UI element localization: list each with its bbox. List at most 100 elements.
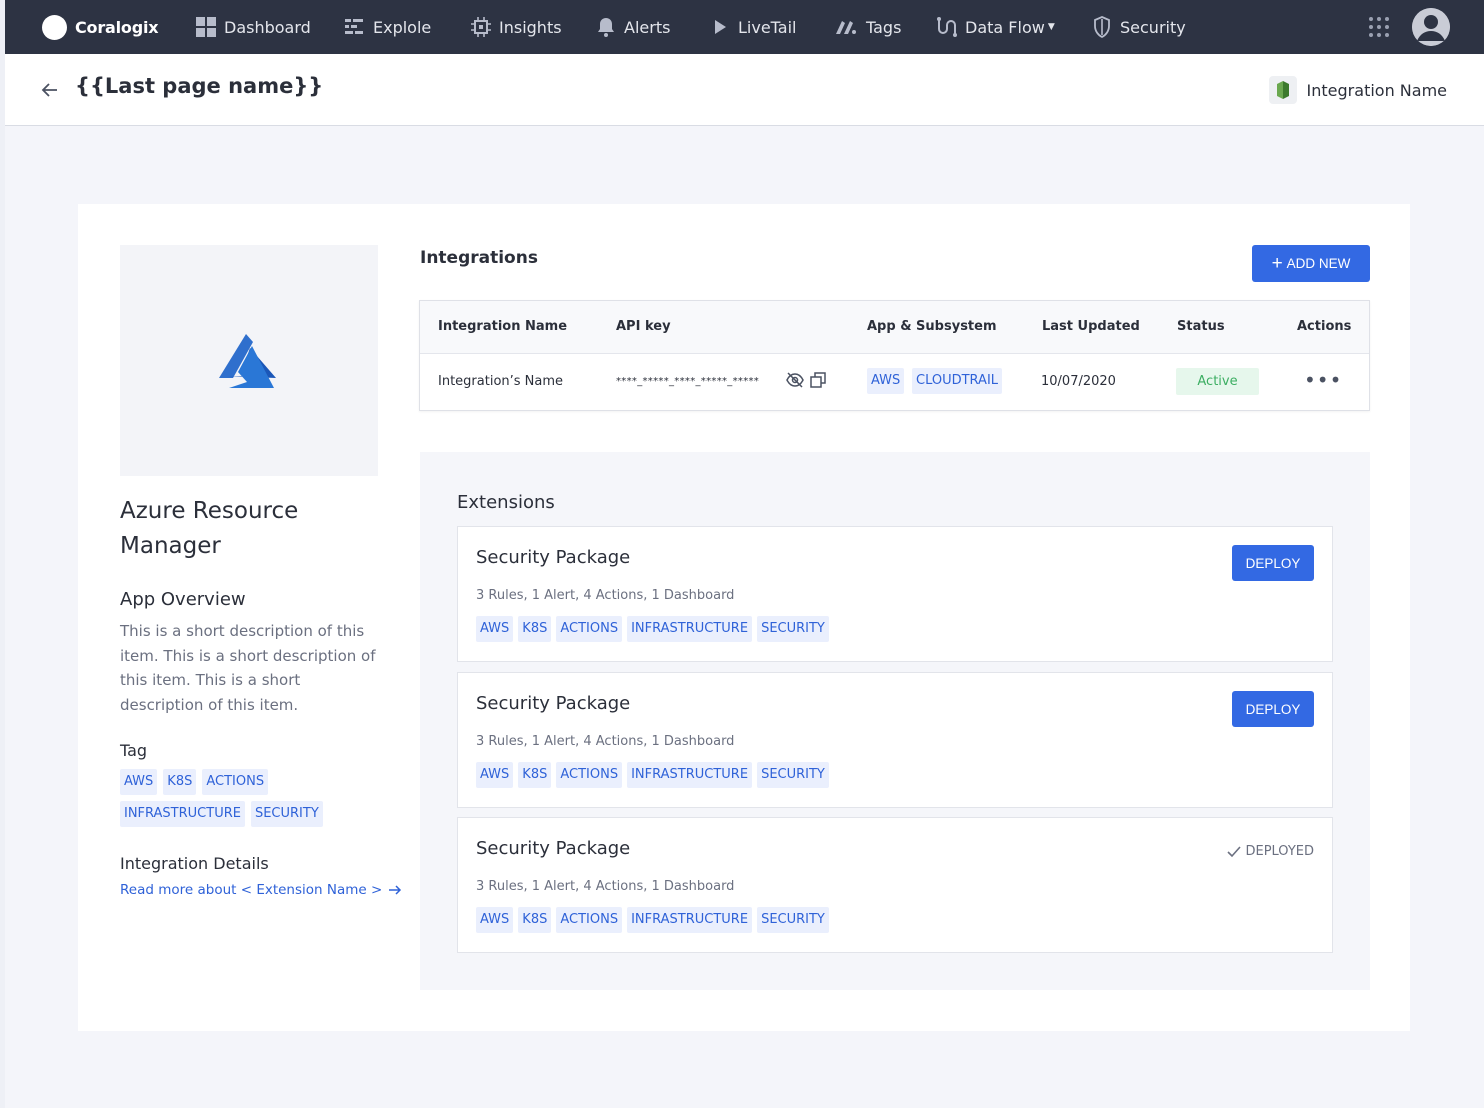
nav-item-explore[interactable]: Explole [344, 0, 431, 54]
extension-card: Security Package 3 Rules, 1 Alert, 4 Act… [457, 672, 1333, 808]
extension-summary: 3 Rules, 1 Alert, 4 Actions, 1 Dashboard [476, 734, 735, 749]
tags-icon [833, 16, 859, 38]
column-header: Integration Name [438, 319, 568, 334]
last-updated-cell: 10/07/2020 [1041, 374, 1116, 389]
nav-item-livetail[interactable]: LiveTail [709, 0, 797, 54]
tag: SECURITY [757, 616, 829, 642]
add-new-label: ADD NEW [1286, 256, 1351, 271]
nav-item-insights[interactable]: Insights [470, 0, 562, 54]
nav-item-label: Insights [499, 17, 562, 37]
integration-logo-icon [1268, 76, 1297, 104]
azure-icon [219, 333, 276, 388]
tag: INFRASTRUCTURE [627, 616, 753, 642]
nav-item-label: Dashboard [224, 17, 311, 37]
extension-summary: 3 Rules, 1 Alert, 4 Actions, 1 Dashboard [476, 588, 735, 603]
dashboard-icon [195, 16, 217, 38]
page-header: {{Last page name}} Integration Name [5, 54, 1484, 126]
extension-title: Security Package [476, 693, 631, 714]
tag: ACTIONS [202, 769, 269, 795]
left-rail [0, 0, 5, 1108]
nav-item-label: Explole [373, 17, 432, 37]
extension-title: Security Package [476, 838, 631, 859]
page-title: {{Last page name}} [75, 74, 324, 98]
app-name: Azure Resource Manager [120, 498, 299, 559]
integration-detail-card: Azure Resource Manager App Overview This… [78, 204, 1410, 1031]
tag: K8S [518, 762, 552, 788]
integration-name: Integration Name [1306, 80, 1447, 100]
tag: AWS [476, 616, 514, 642]
tag: SECURITY [757, 907, 829, 933]
extension-card: Security Package 3 Rules, 1 Alert, 4 Act… [457, 526, 1333, 662]
coralogix-logo-icon [42, 14, 67, 40]
nav-item-security[interactable]: Security [1091, 0, 1186, 54]
integrations-heading: Integrations [420, 248, 538, 268]
brand[interactable]: Coralogix [42, 14, 192, 40]
copy-icon[interactable] [810, 372, 826, 392]
tag: AWS [476, 762, 514, 788]
user-avatar[interactable] [1412, 8, 1450, 46]
table-header: Integration Name API key App & Subsystem… [420, 301, 1369, 354]
more-actions-icon[interactable]: ••• [1304, 368, 1342, 392]
overview-text: This is a short description of this item… [120, 622, 376, 714]
add-new-button[interactable]: + ADD NEW [1252, 245, 1370, 282]
back-arrow-icon[interactable] [39, 79, 61, 101]
data-flow-icon [936, 16, 958, 38]
column-header: Actions [1297, 319, 1352, 334]
app-logo [120, 245, 378, 476]
tag: ACTIONS [556, 762, 623, 788]
nav-item-dashboard[interactable]: Dashboard [195, 0, 311, 54]
nav-item-tags[interactable]: Tags [833, 0, 901, 54]
read-more-link[interactable]: Read more about < Extension Name > [120, 882, 402, 898]
deployed-status: DEPLOYED [1227, 844, 1314, 859]
tag: SECURITY [250, 801, 323, 827]
tag: K8S [518, 616, 552, 642]
extension-card: Security Package 3 Rules, 1 Alert, 4 Act… [457, 817, 1333, 953]
tag: ACTIONS [556, 616, 623, 642]
nav-item-label: Tags [866, 17, 902, 37]
top-navigation: Coralogix Dashboard Explole Insights Ale… [5, 0, 1484, 54]
subsystem-tag: CLOUDTRAIL [912, 368, 1003, 394]
explore-icon [344, 16, 366, 38]
tag: ACTIONS [556, 907, 623, 933]
bell-icon [595, 16, 617, 38]
app-tag: AWS [867, 368, 905, 394]
nav-item-label: Alerts [624, 17, 671, 37]
read-more-label: Read more about < Extension Name > [120, 882, 383, 898]
extensions-panel: Extensions Security Package 3 Rules, 1 A… [420, 452, 1370, 990]
status-badge: Active [1176, 368, 1259, 395]
overview-heading: App Overview [120, 589, 246, 610]
eye-off-icon[interactable] [786, 372, 804, 392]
tag: INFRASTRUCTURE [627, 762, 753, 788]
column-header: App & Subsystem [867, 319, 997, 334]
app-tags: AWS K8S ACTIONS INFRASTRUCTURE SECURITY [120, 769, 380, 827]
integration-details-heading: Integration Details [120, 854, 269, 873]
tag: INFRASTRUCTURE [627, 907, 753, 933]
nav-item-data-flow[interactable]: Data Flow ▼ [936, 0, 1055, 54]
column-header: Last Updated [1042, 319, 1140, 334]
brand-name: Coralogix [75, 17, 159, 37]
checkmark-icon [1227, 845, 1242, 858]
extension-summary: 3 Rules, 1 Alert, 4 Actions, 1 Dashboard [476, 879, 735, 894]
column-header: Status [1177, 319, 1225, 334]
nav-item-label: Data Flow [965, 17, 1045, 37]
deploy-button[interactable]: DEPLOY [1232, 545, 1314, 581]
tag: INFRASTRUCTURE [120, 801, 245, 827]
tag: AWS [476, 907, 514, 933]
insights-icon [470, 16, 492, 38]
nav-item-label: LiveTail [738, 17, 797, 37]
tag: AWS [120, 769, 158, 795]
deploy-button[interactable]: DEPLOY [1232, 691, 1314, 727]
tag: K8S [518, 907, 552, 933]
shield-icon [1091, 16, 1113, 38]
table-row[interactable]: Integration’s Name ****_*****_****_*****… [420, 354, 1369, 410]
nav-item-alerts[interactable]: Alerts [595, 0, 670, 54]
tag: K8S [163, 769, 197, 795]
tag-heading: Tag [120, 741, 148, 760]
integrations-table: Integration Name API key App & Subsystem… [419, 300, 1370, 411]
integration-name-cell: Integration’s Name [438, 374, 564, 389]
nav-item-label: Security [1120, 17, 1186, 37]
extension-title: Security Package [476, 547, 631, 568]
api-key-cell: ****_*****_****_*****_***** [616, 376, 760, 387]
tag: SECURITY [757, 762, 829, 788]
apps-grid-icon[interactable] [1369, 17, 1389, 37]
